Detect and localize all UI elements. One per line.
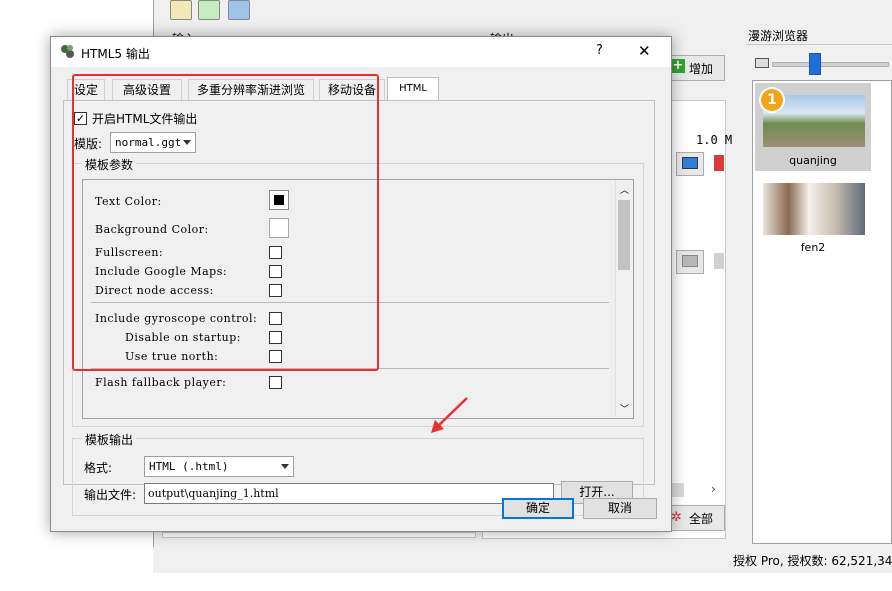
arrow-annotation [431,397,468,433]
status-bar: 授权 Pro, 授权数: 62,521,344 [153,547,892,573]
save-icon[interactable] [228,0,250,20]
ok-button[interactable]: 确定 [502,498,574,519]
list-item[interactable]: fen2 [755,175,871,263]
panorama-thumbnail [763,183,865,235]
app-icon [60,44,75,59]
format-label: 格式: [84,461,113,475]
highlight-box [72,74,379,371]
flash-fallback-checkbox[interactable] [269,376,282,389]
output-file-label: 输出文件: [84,488,137,502]
cancel-button[interactable]: 取消 [583,498,657,519]
params-scrollbar[interactable]: ︿ ﹀ [615,180,633,417]
monitor-button-2[interactable] [676,250,704,274]
output-file-input[interactable]: output\quanjing_1.html [144,483,554,504]
thumbnail-size-icon [755,58,769,68]
tab-html[interactable]: HTML [387,77,439,102]
template-output-title: 模板输出 [82,431,137,448]
divider [746,44,892,45]
monitor-disabled-icon [682,255,698,267]
flash-fallback-label: Flash fallback player: [95,376,227,389]
format-select[interactable]: HTML (.html) [144,456,294,477]
chevron-down-icon[interactable]: ﹀ [620,402,629,415]
gear-icon: ✲ [671,510,682,525]
slider-handle[interactable] [809,53,821,75]
new-project-icon[interactable] [170,0,192,20]
thumbnail-label: quanjing [789,154,837,167]
input-panel-bottom [162,532,476,538]
help-button[interactable]: ? [596,43,603,58]
delete-icon[interactable] [714,155,724,171]
thumbnail-label: fen2 [800,241,826,254]
scroll-right-icon[interactable]: › [711,482,716,496]
tour-browser-title: 漫游浏览器 [748,29,809,43]
add-button[interactable]: + 增加 [667,55,725,81]
thumbnail-size-slider[interactable] [772,62,889,67]
start-node-badge: 1 [759,87,785,113]
delete-disabled-icon [714,253,724,269]
list-item[interactable]: 1 quanjing [755,83,871,171]
chevron-down-icon [281,464,289,469]
close-button[interactable]: ✕ [638,42,651,60]
chevron-up-icon[interactable]: ︿ [620,183,629,196]
plus-icon: + [671,58,685,73]
monitor-button[interactable] [676,152,704,176]
open-project-icon[interactable] [198,0,220,20]
all-button[interactable]: ✲ 全部 [667,505,725,531]
scrollbar-thumb[interactable] [618,200,630,270]
monitor-icon [682,157,698,169]
thumbnail-list: 1 quanjing fen2 [752,80,892,544]
dialog-title: HTML5 输出 [81,47,150,61]
dialog-titlebar: HTML5 输出 ? ✕ [51,37,671,67]
license-status: 授权 Pro, 授权数: 62,521,344 [733,554,892,568]
size-label: 1.0 M [696,133,733,147]
